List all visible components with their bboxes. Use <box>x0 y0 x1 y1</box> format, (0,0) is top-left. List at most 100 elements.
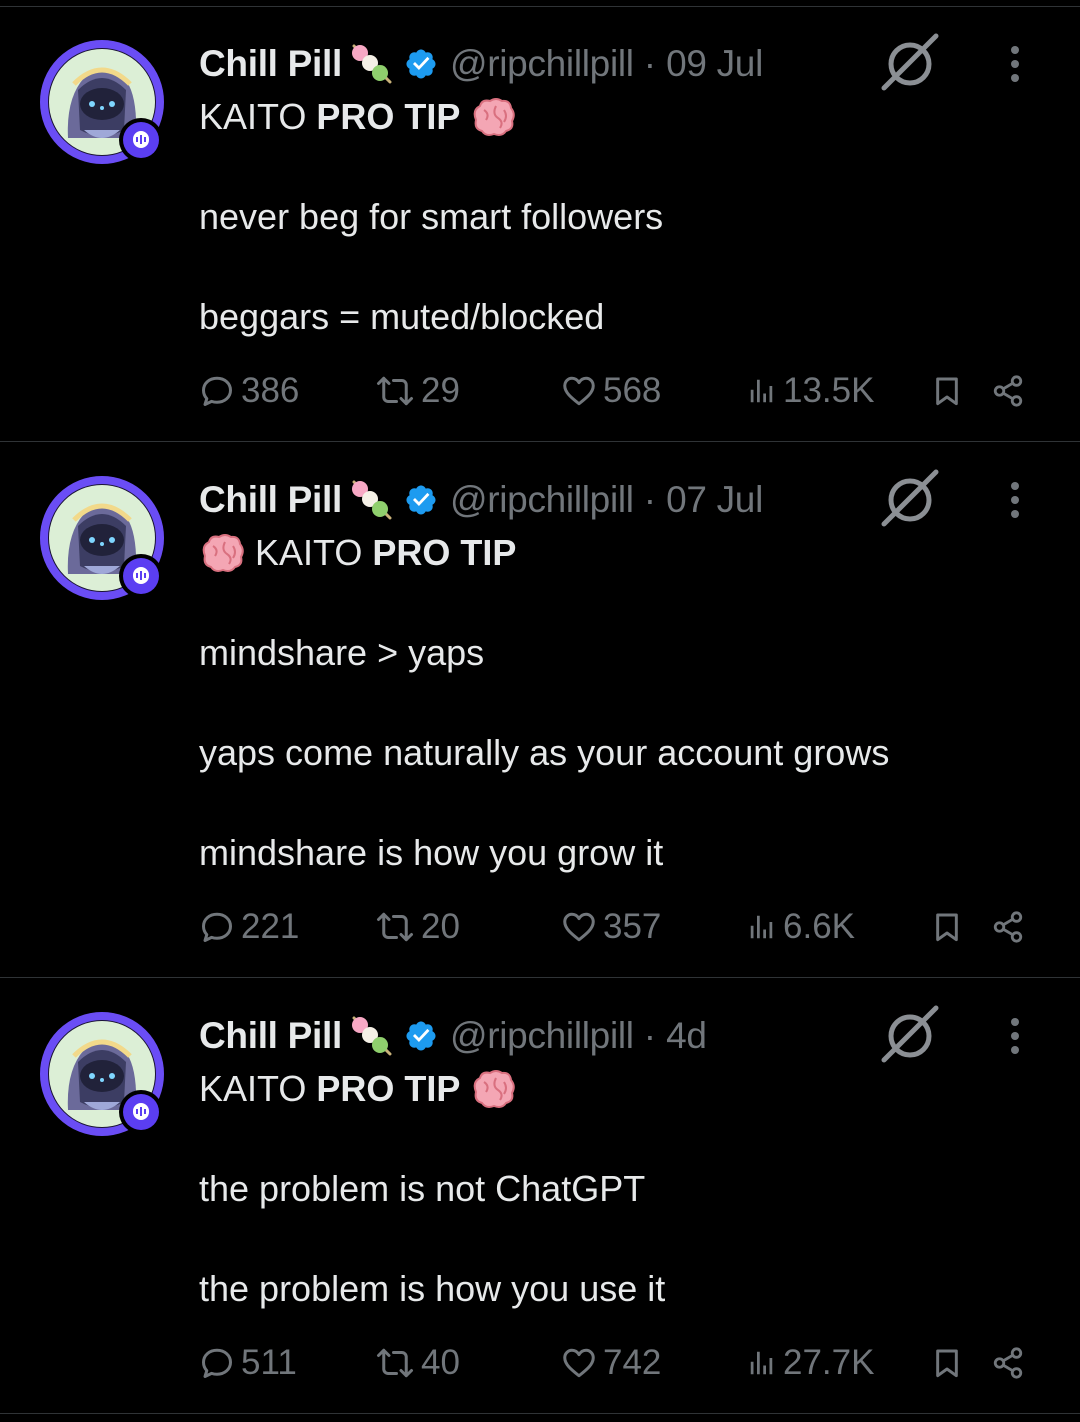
tweet-header: Chill Pill @ripchillpill · 4d <box>199 1012 707 1060</box>
views-count: 6.6K <box>783 907 855 946</box>
tweet[interactable]: Chill Pill @ripchillpill · 4d KAITO PRO … <box>0 978 1080 1414</box>
reply-button[interactable]: 511 <box>199 1338 297 1388</box>
share-icon <box>991 374 1025 408</box>
tweet-header: Chill Pill @ripchillpill · 07 Jul <box>199 476 763 524</box>
tweet-line: mindshare > yaps <box>199 632 485 673</box>
share-button[interactable] <box>991 1338 1031 1388</box>
more-options-icon[interactable] <box>1000 1012 1030 1060</box>
author-handle[interactable]: @ripchillpill <box>450 43 634 85</box>
tweet-line: mindshare is how you grow it <box>199 832 664 873</box>
retweet-icon <box>375 909 415 945</box>
tweet-text: KAITO PRO TIP mindshare > yaps yaps come… <box>199 528 1020 878</box>
grok-icon[interactable] <box>880 1004 940 1064</box>
verified-badge-icon[interactable] <box>404 1019 438 1053</box>
verified-badge-icon[interactable] <box>404 47 438 81</box>
reply-icon <box>199 1345 235 1381</box>
reply-count: 511 <box>241 1343 297 1382</box>
views-button[interactable]: 13.5K <box>747 366 874 416</box>
reply-count: 386 <box>241 371 300 410</box>
reply-count: 221 <box>241 907 300 946</box>
pro-prefix: KAITO <box>255 532 363 573</box>
like-button[interactable]: 742 <box>561 1338 661 1388</box>
pro-prefix: KAITO <box>199 1068 307 1109</box>
grok-icon[interactable] <box>880 32 940 92</box>
retweet-icon <box>375 373 415 409</box>
avatar[interactable] <box>38 1010 166 1138</box>
tweet-text: KAITO PRO TIP the problem is not ChatGPT… <box>199 1064 1020 1314</box>
heart-icon <box>561 373 597 409</box>
tweet-date[interactable]: 09 Jul <box>666 43 763 85</box>
views-count: 27.7K <box>783 1343 875 1382</box>
brain-emoji-icon <box>470 1068 516 1110</box>
views-count: 13.5K <box>783 371 875 410</box>
retweet-button[interactable]: 20 <box>375 902 460 952</box>
bookmark-icon <box>931 910 963 944</box>
retweet-count: 29 <box>421 371 460 410</box>
dango-emoji-icon <box>346 1012 396 1060</box>
author-handle[interactable]: @ripchillpill <box>450 479 634 521</box>
dango-emoji-icon <box>346 40 396 88</box>
tweet-line: the problem is not ChatGPT <box>199 1168 646 1209</box>
like-count: 357 <box>603 907 662 946</box>
tweet[interactable]: Chill Pill @ripchillpill · 07 Jul KAITO … <box>0 442 1080 978</box>
action-bar: 511 40 742 27.7K <box>199 1338 1080 1388</box>
heart-icon <box>561 909 597 945</box>
retweet-button[interactable]: 29 <box>375 366 460 416</box>
action-bar: 221 20 357 6.6K <box>199 902 1080 952</box>
pro-tip-line: KAITO PRO TIP <box>199 528 1020 578</box>
retweet-button[interactable]: 40 <box>375 1338 460 1388</box>
tweet-line: beggars = muted/blocked <box>199 296 605 337</box>
reply-icon <box>199 909 235 945</box>
pro-bold: PRO TIP <box>316 1068 461 1109</box>
share-button[interactable] <box>991 902 1031 952</box>
pro-bold: PRO TIP <box>316 96 461 137</box>
pro-tip-line: KAITO PRO TIP <box>199 1064 1020 1114</box>
tweet-line: the problem is how you use it <box>199 1268 666 1309</box>
like-button[interactable]: 568 <box>561 366 661 416</box>
like-count: 742 <box>603 1343 662 1382</box>
share-icon <box>991 910 1025 944</box>
tweet-text: KAITO PRO TIP never beg for smart follow… <box>199 92 1020 342</box>
views-icon <box>747 910 777 944</box>
views-icon <box>747 1346 777 1380</box>
tweet-date[interactable]: 4d <box>666 1015 707 1057</box>
reply-icon <box>199 373 235 409</box>
like-count: 568 <box>603 371 662 410</box>
author-name[interactable]: Chill Pill <box>199 43 342 85</box>
views-button[interactable]: 6.6K <box>747 902 855 952</box>
action-bar: 386 29 568 13.5K <box>199 366 1080 416</box>
avatar[interactable] <box>38 38 166 166</box>
share-button[interactable] <box>991 366 1031 416</box>
verified-badge-icon[interactable] <box>404 483 438 517</box>
retweet-count: 20 <box>421 907 460 946</box>
tweet[interactable]: Chill Pill @ripchillpill · 09 Jul KAITO … <box>0 6 1080 442</box>
views-button[interactable]: 27.7K <box>747 1338 874 1388</box>
grok-icon[interactable] <box>880 468 940 528</box>
bookmark-button[interactable] <box>931 1338 969 1388</box>
tweet-date[interactable]: 07 Jul <box>666 479 763 521</box>
brain-emoji-icon <box>470 96 516 138</box>
more-options-icon[interactable] <box>1000 476 1030 524</box>
pro-tip-line: KAITO PRO TIP <box>199 92 1020 142</box>
avatar[interactable] <box>38 474 166 602</box>
reply-button[interactable]: 221 <box>199 902 299 952</box>
dot-separator: · <box>643 479 657 520</box>
author-handle[interactable]: @ripchillpill <box>450 1015 634 1057</box>
retweet-count: 40 <box>421 1343 460 1382</box>
dot-separator: · <box>643 1015 657 1056</box>
timeline-feed: Chill Pill @ripchillpill · 09 Jul KAITO … <box>0 0 1080 1422</box>
more-options-icon[interactable] <box>1000 40 1030 88</box>
retweet-icon <box>375 1345 415 1381</box>
bookmark-button[interactable] <box>931 902 969 952</box>
tweet-header: Chill Pill @ripchillpill · 09 Jul <box>199 40 763 88</box>
author-name[interactable]: Chill Pill <box>199 1015 342 1057</box>
reply-button[interactable]: 386 <box>199 366 299 416</box>
author-name[interactable]: Chill Pill <box>199 479 342 521</box>
like-button[interactable]: 357 <box>561 902 661 952</box>
views-icon <box>747 374 777 408</box>
tweet-line: yaps come naturally as your account grow… <box>199 732 890 773</box>
bookmark-button[interactable] <box>931 366 969 416</box>
share-icon <box>991 1346 1025 1380</box>
bookmark-icon <box>931 1346 963 1380</box>
brain-emoji-icon <box>199 532 245 574</box>
